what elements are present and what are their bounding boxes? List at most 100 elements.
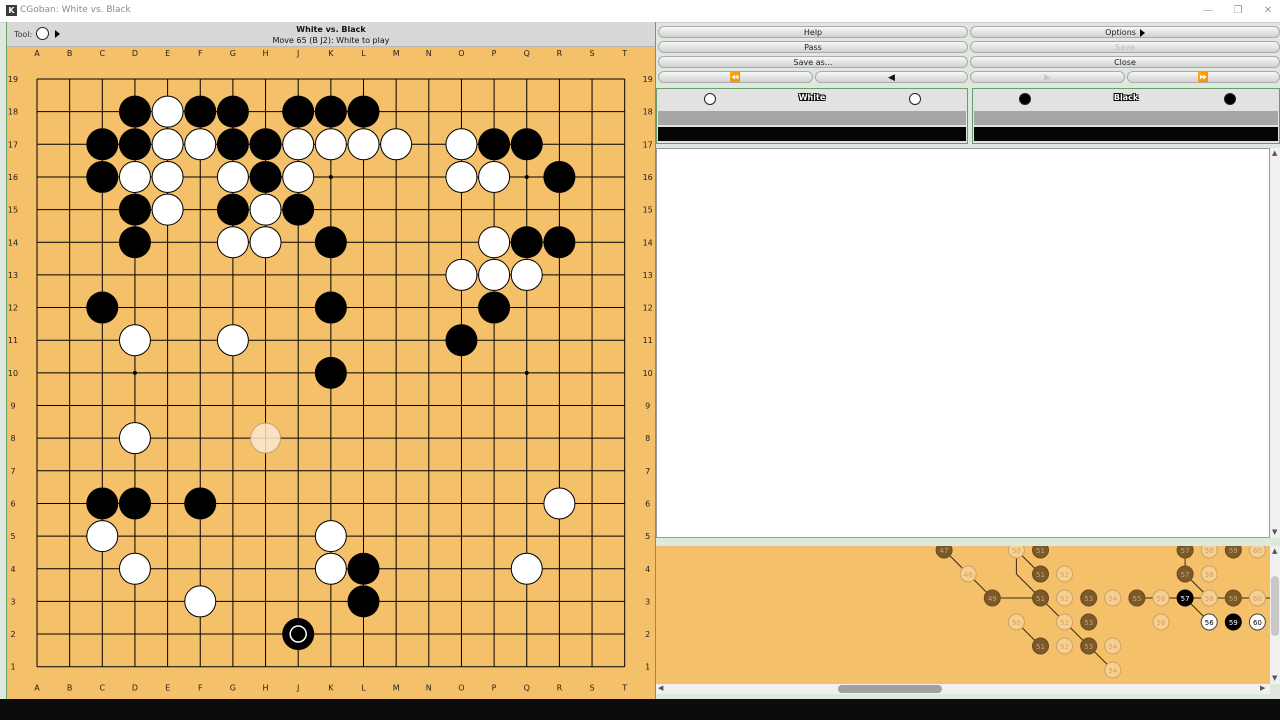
column-label: E [165,49,170,58]
row-label: 4 [645,565,650,574]
fast-forward-icon: ⏩ [1197,73,1210,83]
row-label: 11 [8,336,18,345]
black-stone [118,128,151,161]
scroll-right-icon[interactable]: ▶ [1260,684,1265,692]
row-label: 5 [10,532,15,541]
black-stone [249,160,282,193]
tree-node-label: 51 [1036,595,1045,603]
black-stone [347,585,380,618]
tree-vertical-scrollbar[interactable]: ▲ ▼ [1270,546,1280,684]
black-stone [314,226,347,259]
tree-node-label: 52 [1060,643,1069,651]
black-stone [86,487,119,520]
minimize-icon[interactable]: — [1200,4,1216,18]
row-label: 13 [643,271,653,280]
row-label: 7 [10,467,15,476]
row-label: 12 [643,304,653,313]
scroll-left-icon[interactable]: ◀ [658,684,663,692]
row-label: 14 [643,238,653,247]
white-stone [478,258,511,291]
row-label: 18 [8,108,18,117]
white-stone [118,324,151,357]
comment-scrollbar[interactable]: ▲ ▼ [1270,148,1280,538]
close-button[interactable]: Close [970,56,1280,68]
control-panel: Help Options Pass Save Save as... Close … [656,22,1280,699]
star-point [524,174,529,179]
tree-horizontal-scrollbar[interactable]: ◀ ▶ [656,684,1270,694]
column-label: J [296,49,299,58]
black-stone [347,95,380,128]
column-label: M [393,49,400,58]
row-label: 15 [8,206,18,215]
column-label: G [230,49,236,58]
black-stone-icon [1224,93,1236,105]
board-panel: Tool: White vs. Black Move 65 (B J2): Wh… [6,22,656,699]
white-player-info [658,111,966,125]
scroll-up-icon[interactable]: ▲ [1272,149,1277,157]
options-button[interactable]: Options [970,26,1280,38]
close-window-icon[interactable]: ✕ [1260,4,1276,18]
tree-node-label: 55 [1132,595,1141,603]
tree-node-label: 50 [1012,547,1021,555]
column-label: S [590,684,595,693]
scroll-down-icon[interactable]: ▼ [1272,528,1277,536]
row-label: 9 [645,402,650,411]
game-tree-canvas: 47 48 49 50 51 51 52 50 51 52 53 54 55 56 52 53 51 52 53 54… [935,546,1270,679]
row-label: 8 [645,434,650,443]
row-label: 3 [645,597,650,606]
white-stone [510,552,543,585]
white-stone [445,258,478,291]
row-label: 19 [8,75,18,84]
black-stone [86,160,119,193]
forward-button[interactable]: ▶ [970,71,1125,83]
first-move-button[interactable]: ⏪ [658,71,813,83]
restore-icon[interactable]: ❐ [1230,4,1246,18]
row-label: 5 [645,532,650,541]
tree-node-label: 47 [940,547,949,555]
tree-vertical-thumb[interactable] [1271,576,1279,636]
save-as-button[interactable]: Save as... [658,56,968,68]
pass-button[interactable]: Pass [658,41,968,53]
tree-node-label: 49 [988,595,997,603]
row-label: 1 [645,663,650,672]
black-stone [118,226,151,259]
white-stone [118,552,151,585]
black-stone [282,193,315,226]
app-icon: K [6,5,17,16]
window-title: CGoban: White vs. Black [20,5,131,15]
white-stone [216,160,249,193]
black-stone [314,356,347,389]
white-stone [445,128,478,161]
column-label: N [426,684,432,693]
move-status: Move 65 (B J2): White to play [272,36,390,45]
tree-node-label: 59 [1229,595,1238,603]
row-label: 6 [10,499,15,508]
column-label: E [165,684,170,693]
go-board[interactable]: AABBCCDDEEFFGGHHJJKKLLMMNNOOPPQQRRSSTT19… [7,46,655,699]
save-button[interactable]: Save [970,41,1280,53]
black-player-box: Black [972,88,1280,144]
scroll-up-icon[interactable]: ▲ [1272,547,1277,555]
game-tree[interactable]: 47 48 49 50 51 51 52 50 51 52 53 54 55 56 52 53 51 52 53 54… [656,546,1270,684]
tree-horizontal-thumb[interactable] [838,685,942,693]
column-label: A [34,49,40,58]
tree-node-label: 52 [1060,619,1069,627]
column-label: D [132,49,138,58]
star-point [524,370,529,375]
row-label: 4 [10,565,15,574]
white-stone [282,160,315,193]
back-button[interactable]: ◀ [815,71,968,83]
white-stone [543,487,576,520]
row-label: 11 [643,336,653,345]
comment-area[interactable] [656,148,1270,538]
tree-node-label: 52 [1060,595,1069,603]
white-stone [86,520,119,553]
scroll-down-icon[interactable]: ▼ [1272,674,1277,682]
last-move-button[interactable]: ⏩ [1127,71,1280,83]
help-button[interactable]: Help [658,26,968,38]
column-label: P [492,684,497,693]
column-label: R [557,49,563,58]
tree-node-label: 51 [1036,643,1045,651]
column-label: S [590,49,595,58]
black-stone [86,128,119,161]
